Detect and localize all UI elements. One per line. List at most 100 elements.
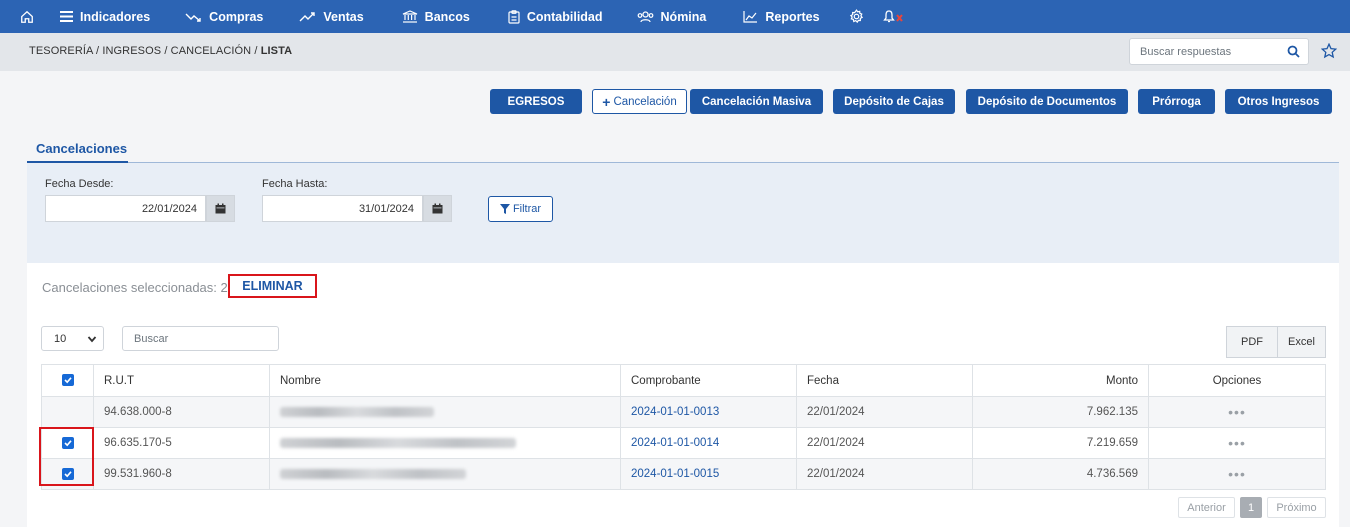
page-size-value: 10 xyxy=(54,332,67,345)
otros-ingresos-button[interactable]: Otros Ingresos xyxy=(1225,89,1332,114)
redacted-name xyxy=(280,437,516,448)
breadcrumb-path[interactable]: TESORERÍA / INGRESOS / CANCELACIÓN / xyxy=(29,45,261,57)
table-row[interactable]: 99.531.960-8 2024-01-01-0015 22/01/2024 … xyxy=(41,458,1326,490)
pagination-page-1[interactable]: 1 xyxy=(1240,497,1262,518)
cell-fecha: 22/01/2024 xyxy=(796,396,973,428)
nav-label: Ventas xyxy=(323,9,364,24)
header-monto[interactable]: Monto xyxy=(972,364,1149,397)
tab-cancelaciones[interactable]: Cancelaciones xyxy=(36,141,127,156)
nav-label: Indicadores xyxy=(80,9,151,24)
cell-fecha: 22/01/2024 xyxy=(796,458,973,490)
table-header-row: R.U.T Nombre Comprobante Fecha Monto Opc… xyxy=(41,364,1326,397)
prorroga-button[interactable]: Prórroga xyxy=(1138,89,1215,114)
bank-icon xyxy=(402,10,417,23)
nav-label: Bancos xyxy=(424,9,470,24)
selected-count: Cancelaciones seleccionadas: 2 xyxy=(42,280,228,295)
nav-reportes[interactable]: Reportes xyxy=(743,0,820,33)
fecha-desde-label: Fecha Desde: xyxy=(45,178,114,190)
trend-up-icon xyxy=(299,11,316,21)
more-options-icon[interactable]: ••• xyxy=(1228,404,1246,420)
trend-down-icon xyxy=(185,13,201,22)
egresos-button[interactable]: EGRESOS xyxy=(490,89,582,114)
redacted-name xyxy=(280,406,434,417)
calendar-icon[interactable] xyxy=(206,195,235,222)
row-options-cell: ••• xyxy=(1148,396,1326,428)
search-box xyxy=(1129,38,1309,65)
header-nombre[interactable]: Nombre xyxy=(269,364,621,397)
clipboard-icon xyxy=(508,9,520,24)
cell-rut: 99.531.960-8 xyxy=(93,458,270,490)
table-row[interactable]: 94.638.000-8 2024-01-01-0013 22/01/2024 … xyxy=(41,396,1326,428)
table-search-input[interactable] xyxy=(122,326,279,351)
chevron-down-icon xyxy=(87,336,97,343)
calendar-icon[interactable] xyxy=(423,195,452,222)
breadcrumb-current: LISTA xyxy=(260,45,293,57)
pdf-button[interactable]: PDF xyxy=(1226,326,1278,358)
cell-comprobante-link[interactable]: 2024-01-01-0015 xyxy=(620,458,797,490)
home-icon[interactable] xyxy=(16,0,38,33)
cell-nombre xyxy=(269,427,621,459)
select-all-cell xyxy=(41,364,94,397)
top-nav: Indicadores Compras Ventas Bancos Contab… xyxy=(0,0,1350,33)
cell-rut: 96.635.170-5 xyxy=(93,427,270,459)
select-all-checkbox[interactable] xyxy=(61,374,74,387)
header-fecha[interactable]: Fecha xyxy=(796,364,973,397)
menu-icon xyxy=(60,11,73,22)
nav-nomina[interactable]: Nómina xyxy=(637,0,707,33)
cell-monto: 7.962.135 xyxy=(972,396,1149,428)
filter-icon xyxy=(499,204,510,214)
nav-label: Nómina xyxy=(660,9,707,24)
redacted-name xyxy=(280,468,466,479)
add-cancelacion-button[interactable]: + Cancelación xyxy=(592,89,687,114)
page-size-select[interactable]: 10 xyxy=(41,326,104,351)
header-comprobante[interactable]: Comprobante xyxy=(620,364,797,397)
eliminar-button[interactable]: ELIMINAR xyxy=(228,274,317,298)
cell-rut: 94.638.000-8 xyxy=(93,396,270,428)
nav-bancos[interactable]: Bancos xyxy=(402,0,470,33)
nav-compras[interactable]: Compras xyxy=(185,0,263,33)
pagination-next[interactable]: Próximo xyxy=(1267,497,1326,518)
cell-comprobante-link[interactable]: 2024-01-01-0014 xyxy=(620,427,797,459)
nav-ventas[interactable]: Ventas xyxy=(299,0,364,33)
nav-contabilidad[interactable]: Contabilidad xyxy=(508,0,603,33)
chart-icon xyxy=(743,11,758,23)
selection-highlight xyxy=(39,427,94,486)
cancelaciones-table: R.U.T Nombre Comprobante Fecha Monto Opc… xyxy=(41,364,1326,490)
fecha-hasta-input[interactable] xyxy=(262,195,423,222)
gear-icon[interactable] xyxy=(849,0,864,33)
cell-fecha: 22/01/2024 xyxy=(796,427,973,459)
nav-label: Reportes xyxy=(765,9,820,24)
cell-nombre xyxy=(269,458,621,490)
table-row[interactable]: 96.635.170-5 2024-01-01-0014 22/01/2024 … xyxy=(41,427,1326,459)
nav-indicadores[interactable]: Indicadores xyxy=(60,0,150,33)
more-options-icon[interactable]: ••• xyxy=(1228,466,1246,482)
row-options-cell: ••• xyxy=(1148,458,1326,490)
header-opciones: Opciones xyxy=(1148,364,1326,397)
deposito-cajas-button[interactable]: Depósito de Cajas xyxy=(833,89,955,114)
nav-label: Contabilidad xyxy=(526,9,603,24)
more-options-icon[interactable]: ••• xyxy=(1228,435,1246,451)
cancelacion-masiva-button[interactable]: Cancelación Masiva xyxy=(690,89,823,114)
star-icon[interactable] xyxy=(1321,43,1337,59)
row-options-cell: ••• xyxy=(1148,427,1326,459)
excel-button[interactable]: Excel xyxy=(1277,326,1326,358)
breadcrumb-bar: TESORERÍA / INGRESOS / CANCELACIÓN / LIS… xyxy=(0,33,1350,71)
cell-comprobante-link[interactable]: 2024-01-01-0013 xyxy=(620,396,797,428)
search-icon[interactable] xyxy=(1287,45,1300,58)
pagination-prev[interactable]: Anterior xyxy=(1178,497,1235,518)
fecha-hasta-label: Fecha Hasta: xyxy=(262,178,328,190)
row-checkbox-cell[interactable] xyxy=(41,396,94,428)
users-icon xyxy=(637,10,653,22)
nav-label: Compras xyxy=(209,9,264,24)
bell-icon[interactable] xyxy=(882,0,907,33)
cell-monto: 4.736.569 xyxy=(972,458,1149,490)
filtrar-label: Filtrar xyxy=(512,203,542,215)
add-cancelacion-label: Cancelación xyxy=(613,95,677,108)
header-rut[interactable]: R.U.T xyxy=(93,364,270,397)
search-input[interactable] xyxy=(1130,39,1280,64)
fecha-desde-input[interactable] xyxy=(45,195,206,222)
cell-nombre xyxy=(269,396,621,428)
deposito-documentos-button[interactable]: Depósito de Documentos xyxy=(966,89,1128,114)
filtrar-button[interactable]: Filtrar xyxy=(488,196,553,222)
breadcrumb: TESORERÍA / INGRESOS / CANCELACIÓN / LIS… xyxy=(29,45,292,57)
